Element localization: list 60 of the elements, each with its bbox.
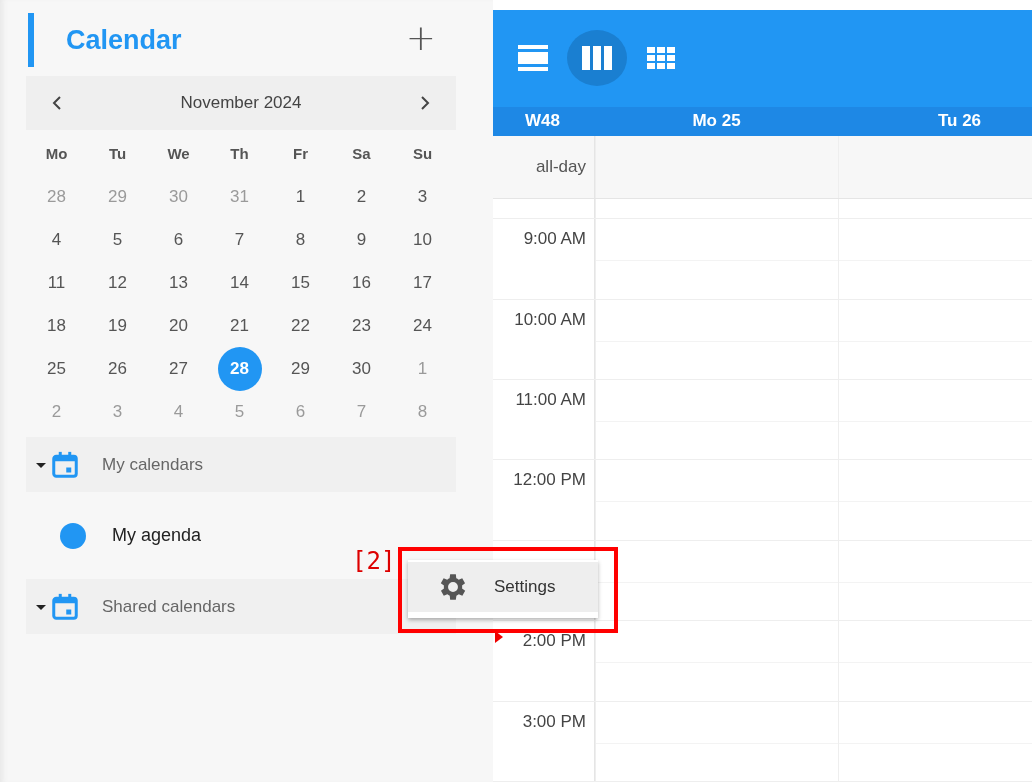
current-time-marker xyxy=(495,631,503,644)
calendar-day[interactable]: 21 xyxy=(217,303,262,348)
time-label: 2:00 PM xyxy=(522,631,586,652)
calendar-day[interactable]: 24 xyxy=(400,303,445,348)
calendar-day[interactable]: 11 xyxy=(34,260,79,305)
weekday-label: Fr xyxy=(292,143,309,164)
time-label: 10:00 AM xyxy=(514,309,586,330)
time-label: 11:00 AM xyxy=(515,390,586,410)
list-view-icon xyxy=(518,45,548,72)
weekday-label: Th xyxy=(229,143,250,164)
month-label: November 2024 xyxy=(180,93,302,113)
all-day-label: all-day xyxy=(535,156,586,177)
calendar-day[interactable]: 2 xyxy=(339,174,384,219)
calendar-day[interactable]: 26 xyxy=(95,346,140,391)
app-title: Calendar xyxy=(66,24,183,56)
annotation-label: [2] xyxy=(352,547,396,575)
calendar-day[interactable]: 23 xyxy=(339,303,384,348)
calendar-icon xyxy=(50,591,80,622)
weekday-label: Mo xyxy=(44,143,69,164)
calendar-day[interactable]: 3 xyxy=(400,174,445,219)
calendar-day[interactable]: 20 xyxy=(156,303,201,348)
day-column-header: Tu 26 xyxy=(936,111,983,132)
day-column-header: Mo 25 xyxy=(691,111,742,132)
columns-icon xyxy=(582,46,612,71)
weekday-label: We xyxy=(166,143,191,164)
calendar-day[interactable]: 30 xyxy=(339,346,384,391)
calendar-day[interactable]: 7 xyxy=(217,217,262,262)
calendar-day[interactable]: 29 xyxy=(278,346,323,391)
calendar-day[interactable]: 14 xyxy=(217,260,262,305)
calendar-day[interactable]: 27 xyxy=(156,346,201,391)
time-label: 12:00 PM xyxy=(513,470,586,491)
calendar-day[interactable]: 8 xyxy=(278,217,323,262)
calendar-day[interactable]: 13 xyxy=(156,260,201,305)
calendar-day[interactable]: 12 xyxy=(95,260,140,305)
calendar-group-header[interactable]: My calendars xyxy=(26,437,456,492)
weekday-label: Tu xyxy=(107,143,128,164)
calendar-group-header[interactable]: Shared calendars xyxy=(26,579,456,634)
calendar-item[interactable]: My agenda xyxy=(26,492,260,579)
calendar-day[interactable]: 4 xyxy=(34,217,79,262)
week-number: W48 xyxy=(524,111,561,132)
calendar-day[interactable]: 9 xyxy=(339,217,384,262)
calendar-day[interactable]: 15 xyxy=(278,260,323,305)
time-label: 3:00 PM xyxy=(522,711,586,732)
add-button[interactable]: + xyxy=(405,16,456,64)
calendar-day[interactable]: 19 xyxy=(95,303,140,348)
weekday-label: Sa xyxy=(351,143,372,164)
calendar-day[interactable]: 18 xyxy=(34,303,79,348)
calendar-day[interactable]: 25 xyxy=(34,346,79,391)
settings-menu-item[interactable]: Settings xyxy=(408,562,598,612)
time-label: 9:00 AM xyxy=(523,229,586,250)
calendar-icon xyxy=(50,449,80,480)
calendar-day[interactable]: 5 xyxy=(95,217,140,262)
calendar-day[interactable]: 10 xyxy=(400,217,445,262)
weekday-label: Su xyxy=(411,143,434,164)
calendar-day[interactable]: 6 xyxy=(156,217,201,262)
grid-icon xyxy=(647,47,675,70)
calendar-day[interactable]: 16 xyxy=(339,260,384,305)
calendar-day[interactable]: 17 xyxy=(400,260,445,305)
calendar-day[interactable]: 1 xyxy=(278,174,323,219)
calendar-day[interactable]: 22 xyxy=(278,303,323,348)
